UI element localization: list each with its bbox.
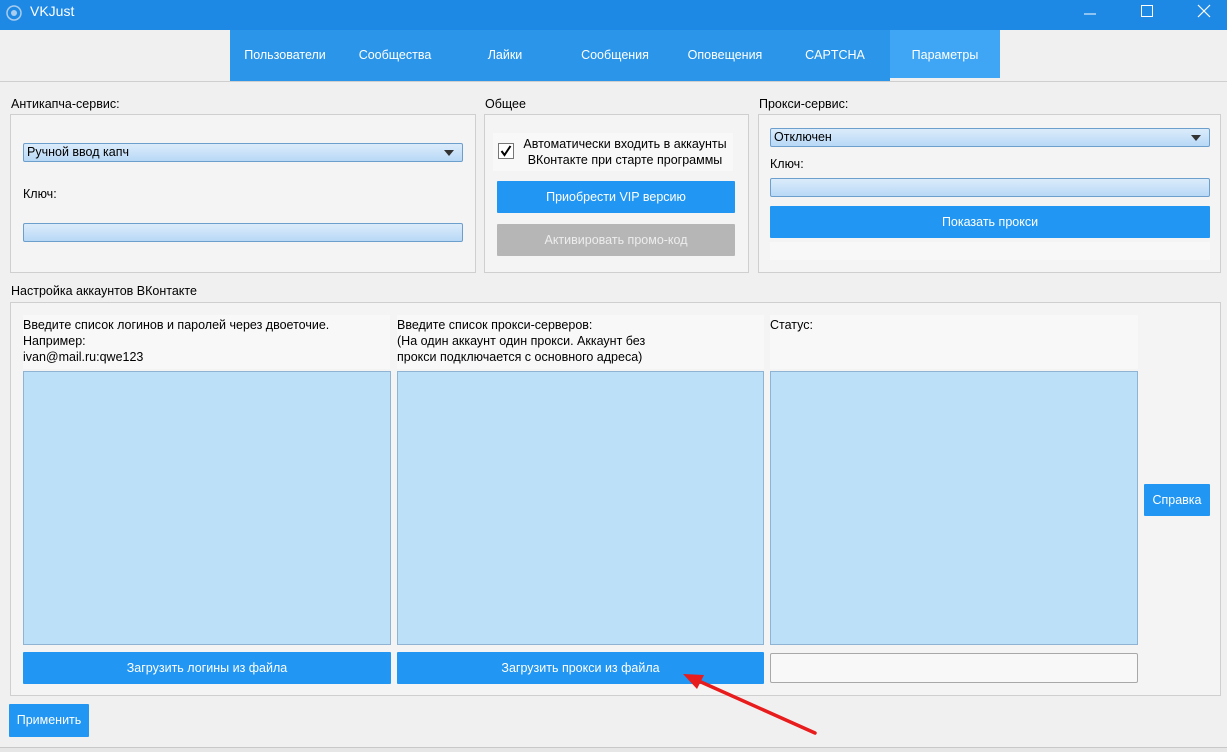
close-icon xyxy=(1197,4,1211,18)
anticaptcha-service-select[interactable]: Ручной ввод капч xyxy=(23,143,463,162)
anticaptcha-service-value: Ручной ввод капч xyxy=(27,145,129,159)
tab-bar: Пользователи Сообщества Лайки Сообщения … xyxy=(230,30,1000,81)
tab-likes[interactable]: Лайки xyxy=(450,30,560,81)
annotation-arrow-icon xyxy=(683,674,817,735)
close-button[interactable] xyxy=(1181,0,1227,30)
load-logins-button[interactable]: Загрузить логины из файла xyxy=(23,652,391,684)
window-bottom-edge xyxy=(0,747,1227,752)
apply-button[interactable]: Применить xyxy=(9,704,89,737)
minimize-icon xyxy=(1084,13,1096,15)
chevron-down-icon xyxy=(444,150,454,156)
status-desc-box xyxy=(770,315,1138,369)
help-button[interactable]: Справка xyxy=(1144,484,1210,516)
tab-messages[interactable]: Сообщения xyxy=(560,30,670,81)
proxy-key-label: Ключ: xyxy=(770,157,804,171)
checkmark-icon xyxy=(500,145,512,157)
accounts-panel: Введите список логинов и паролей через д… xyxy=(10,302,1221,696)
tab-users[interactable]: Пользователи xyxy=(230,30,340,81)
minimize-button[interactable] xyxy=(1067,0,1113,30)
buy-vip-button[interactable]: Приобрести VIP версию xyxy=(497,181,735,213)
status-label: Статус: xyxy=(770,318,813,332)
general-panel: Автоматически входить в аккаунты ВКонтак… xyxy=(484,114,749,273)
anticaptcha-group-label: Антикапча-сервис: xyxy=(11,97,120,111)
proxy-group-label: Прокси-сервис: xyxy=(759,97,849,111)
proxy-panel: Отключен Ключ: Показать прокси xyxy=(758,114,1221,273)
activate-promo-button[interactable]: Активировать промо-код xyxy=(497,224,735,256)
proxies-textarea[interactable] xyxy=(397,371,764,645)
tab-notifications[interactable]: Оповещения xyxy=(670,30,780,81)
autologin-label: Автоматически входить в аккаунты ВКонтак… xyxy=(523,137,727,167)
show-proxy-button[interactable]: Показать прокси xyxy=(770,206,1210,238)
proxy-key-input[interactable] xyxy=(770,178,1210,197)
maximize-icon xyxy=(1141,5,1153,17)
maximize-button[interactable] xyxy=(1124,0,1170,30)
app-logo-icon xyxy=(6,5,22,21)
anticaptcha-key-input[interactable] xyxy=(23,223,463,242)
chevron-down-icon xyxy=(1191,135,1201,141)
autologin-checkbox[interactable] xyxy=(498,143,514,159)
accounts-group-label: Настройка аккаунтов ВКонтакте xyxy=(11,284,197,298)
tab-divider xyxy=(0,81,1227,82)
tab-captcha[interactable]: CAPTCHA xyxy=(780,30,890,81)
proxy-service-value: Отключен xyxy=(774,130,832,144)
proxy-service-select[interactable]: Отключен xyxy=(770,128,1210,147)
window-title: VKJust xyxy=(30,3,75,19)
title-bar: VKJust xyxy=(0,0,1227,30)
logins-textarea[interactable] xyxy=(23,371,391,645)
proxy-spacer xyxy=(770,242,1210,260)
anticaptcha-key-label: Ключ: xyxy=(23,187,57,201)
anticaptcha-panel: Ручной ввод капч Ключ: xyxy=(10,114,476,273)
tab-communities[interactable]: Сообщества xyxy=(340,30,450,81)
logins-description: Введите список логинов и паролей через д… xyxy=(23,318,330,364)
proxies-description: Введите список прокси-серверов: (На один… xyxy=(397,318,646,364)
tab-settings[interactable]: Параметры xyxy=(890,30,1000,81)
status-list[interactable] xyxy=(770,371,1138,645)
general-group-label: Общее xyxy=(485,97,526,111)
